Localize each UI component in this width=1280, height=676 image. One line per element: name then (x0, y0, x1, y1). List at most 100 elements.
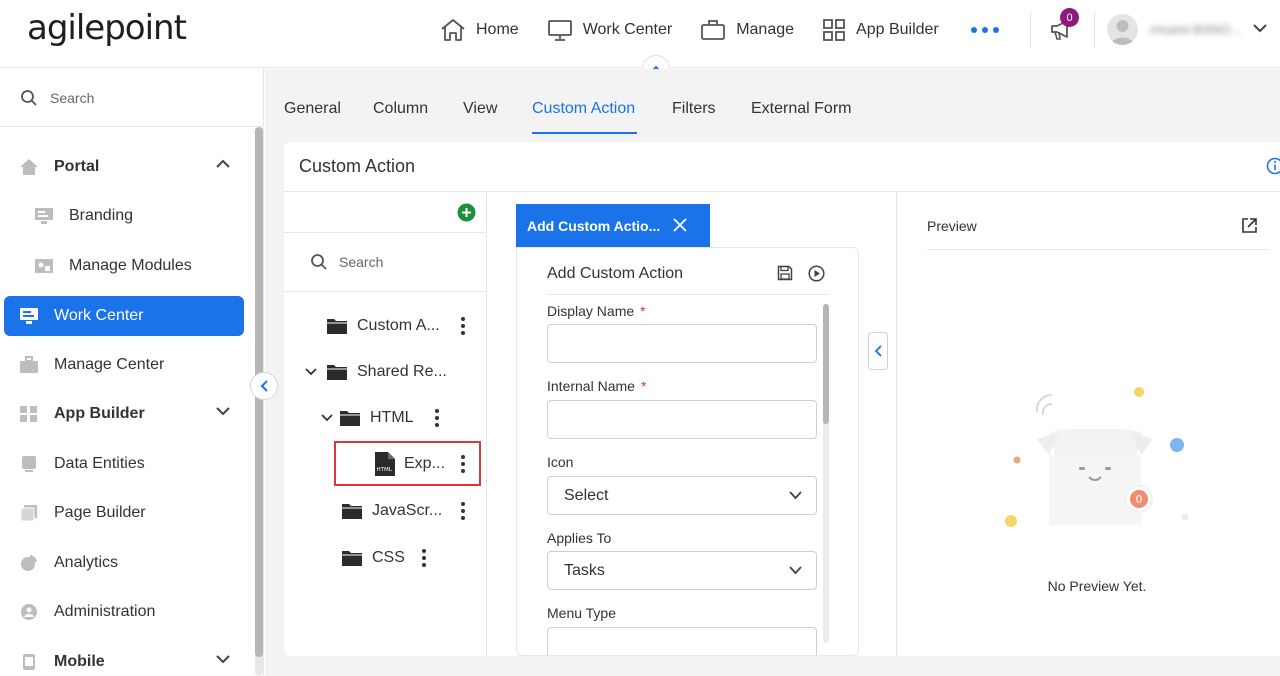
tree-node-label: Exp... (404, 455, 445, 472)
divider (1094, 12, 1095, 48)
icon-select-value: Select (564, 486, 609, 504)
sidebar-item-label: Page Builder (54, 504, 146, 521)
info-icon[interactable] (1266, 157, 1280, 175)
menu-type-label: Menu Type (547, 605, 617, 621)
search-icon (311, 254, 327, 270)
topnav-home-label: Home (476, 21, 519, 38)
node-menu-icon[interactable] (460, 502, 466, 520)
sidebar-item-branding[interactable]: Branding (4, 196, 244, 236)
chevron-down-icon[interactable] (305, 368, 317, 376)
avatar[interactable] (1107, 14, 1138, 45)
topnav-manage[interactable]: Manage (700, 18, 794, 42)
search-icon (21, 89, 37, 106)
chevron-down-icon[interactable] (321, 414, 333, 422)
tab-view[interactable]: View (463, 100, 497, 118)
internal-name-field[interactable] (547, 400, 817, 439)
sidebar-item-label: Branding (69, 207, 134, 224)
node-menu-icon[interactable] (460, 317, 466, 335)
tree-node-label: HTML (370, 409, 414, 426)
icon-select[interactable]: Select (547, 476, 817, 515)
form-tab[interactable]: Add Custom Actio... (516, 204, 710, 247)
tab-external-form[interactable]: External Form (751, 100, 851, 118)
topnav-work-center-label: Work Center (582, 21, 673, 38)
save-icon[interactable] (777, 265, 793, 281)
chevron-down-icon (789, 491, 802, 500)
topnav-app-builder-label: App Builder (856, 21, 939, 38)
tree-node-javascript[interactable]: JavaScr... (341, 499, 442, 523)
top-bar: agilepoint Home Work Center Manage App B… (0, 0, 1280, 68)
form-tab-label: Add Custom Actio... (527, 217, 661, 234)
divider (927, 249, 1268, 250)
menu-type-select[interactable] (547, 627, 817, 655)
sidebar-item-label: Manage Modules (69, 257, 192, 274)
node-menu-icon[interactable] (421, 549, 427, 567)
sidebar-item-app-builder[interactable]: App Builder (4, 394, 244, 434)
folder-icon (340, 411, 360, 426)
tree-node-custom-actions[interactable]: Custom A... (326, 314, 440, 338)
chevron-down-icon[interactable] (216, 654, 230, 664)
tree-node-css[interactable]: CSS (341, 546, 405, 570)
tree-node-html-file[interactable]: HTML Exp... (373, 452, 445, 476)
chevron-down-icon (789, 566, 802, 575)
monitor-icon (19, 306, 39, 326)
grid-icon (823, 19, 845, 41)
top-navigation: Home Work Center Manage App Builder (440, 14, 999, 46)
form-scrollbar-thumb[interactable] (823, 304, 829, 424)
form-title: Add Custom Action (547, 265, 684, 282)
add-icon[interactable] (457, 203, 476, 222)
topnav-manage-label: Manage (736, 21, 795, 38)
collapse-left-button[interactable] (868, 332, 888, 370)
sidebar-item-manage-modules[interactable]: Manage Modules (4, 246, 244, 286)
preview-pane: Preview 0 No Preview Yet. (896, 192, 1280, 656)
applies-to-select[interactable]: Tasks (547, 551, 817, 590)
applies-to-select-value: Tasks (564, 561, 605, 579)
chevron-left-icon (260, 380, 268, 392)
active-tab-indicator (532, 132, 637, 134)
more-dots-icon[interactable] (970, 27, 999, 33)
sidebar-item-manage-center[interactable]: Manage Center (4, 345, 244, 385)
collapse-sidebar-button[interactable] (250, 372, 278, 400)
tab-filters[interactable]: Filters (672, 100, 716, 118)
tree-node-label: JavaScr... (372, 502, 443, 519)
sidebar-item-label: Data Entities (54, 455, 145, 472)
tab-column[interactable]: Column (373, 100, 428, 118)
tree-node-label: Shared Re... (357, 363, 447, 380)
grid-icon (19, 404, 39, 424)
sidebar-item-mobile[interactable]: Mobile (4, 642, 244, 676)
tab-general[interactable]: General (284, 100, 341, 118)
close-icon[interactable] (673, 218, 687, 232)
tree-pane: Search Custom A... Shared Re... HTML HTM… (284, 192, 487, 656)
chevron-up-icon[interactable] (216, 159, 230, 169)
agilepoint-logo[interactable]: agilepoint (27, 8, 187, 48)
tab-custom-action[interactable]: Custom Action (532, 100, 635, 118)
branding-icon (34, 206, 54, 226)
play-icon[interactable] (808, 265, 825, 282)
sidebar-search[interactable]: Search (0, 69, 263, 127)
topnav-app-builder[interactable]: App Builder (822, 18, 939, 42)
sidebar-item-label: Portal (54, 158, 100, 175)
chevron-down-icon[interactable] (216, 406, 230, 416)
sidebar-search-placeholder: Search (50, 89, 95, 106)
sidebar-item-administration[interactable]: Administration (4, 592, 244, 632)
tree-search[interactable]: Search (284, 233, 486, 292)
open-external-icon[interactable] (1241, 217, 1258, 234)
node-menu-icon[interactable] (460, 455, 466, 473)
node-menu-icon[interactable] (434, 409, 440, 427)
display-name-field[interactable] (547, 324, 817, 363)
empty-box-illustration: 0 (1005, 387, 1189, 527)
sidebar-item-analytics[interactable]: Analytics (4, 543, 244, 583)
sidebar-item-data-entities[interactable]: Data Entities (4, 444, 244, 484)
mobile-icon (19, 652, 39, 672)
custom-action-panel: Custom Action Search Custom A... Shared … (284, 142, 1280, 656)
tree-node-shared-resources[interactable]: Shared Re... (305, 360, 447, 384)
pages-icon (19, 503, 39, 523)
topnav-work-center[interactable]: Work Center (547, 18, 673, 42)
sidebar-item-portal[interactable]: Portal (4, 147, 244, 187)
chevron-down-icon[interactable] (1253, 23, 1267, 33)
sidebar-item-work-center[interactable]: Work Center (4, 296, 244, 336)
topnav-home[interactable]: Home (440, 18, 519, 42)
sidebar-item-label: Manage Center (54, 356, 165, 373)
user-name[interactable]: rmuirel.BSNO... (1150, 22, 1241, 37)
tree-node-html[interactable]: HTML (321, 406, 414, 430)
sidebar-item-page-builder[interactable]: Page Builder (4, 493, 244, 533)
